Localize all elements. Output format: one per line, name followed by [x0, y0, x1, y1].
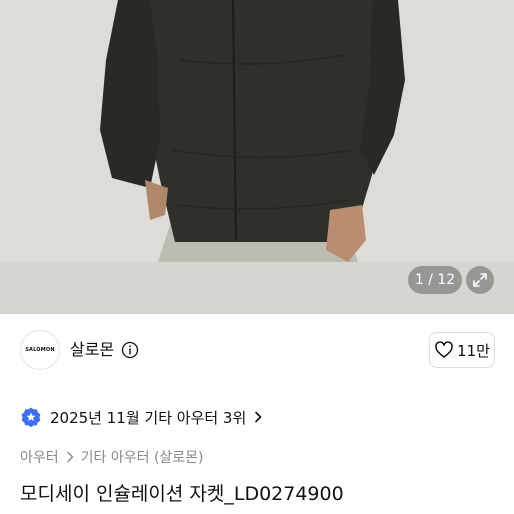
- expand-button[interactable]: [466, 266, 494, 294]
- product-title: 모디세이 인슐레이션 자켓_LD0274900: [20, 483, 344, 505]
- brand-name[interactable]: 살로몬: [70, 339, 114, 361]
- chevron-right-icon: [66, 451, 73, 463]
- ranking-text: 2025년 11월 기타 아우터 3위: [50, 408, 247, 427]
- brand-logo[interactable]: SALOMON: [20, 330, 60, 370]
- heart-icon: [435, 341, 453, 358]
- seller-row: SALOMON 살로몬 11만: [0, 326, 514, 374]
- image-counter: 1 / 12: [408, 266, 462, 294]
- breadcrumb: 아우터 기타 아우터 (살로몬): [20, 446, 204, 468]
- like-count: 11만: [457, 341, 490, 360]
- ranking-row[interactable]: 2025년 11월 기타 아우터 3위: [20, 404, 265, 430]
- chevron-right-icon: [255, 411, 262, 423]
- like-button[interactable]: 11만: [429, 332, 495, 368]
- breadcrumb-item-other-outer[interactable]: 기타 아우터 (살로몬): [81, 447, 204, 467]
- rank-badge-icon: [21, 407, 41, 428]
- brand-logo-text: SALOMON: [25, 347, 55, 353]
- info-icon[interactable]: [121, 341, 139, 359]
- product-image-carousel[interactable]: 1 / 12: [0, 0, 514, 314]
- breadcrumb-item-outer[interactable]: 아우터: [20, 447, 59, 467]
- expand-icon: [473, 273, 487, 287]
